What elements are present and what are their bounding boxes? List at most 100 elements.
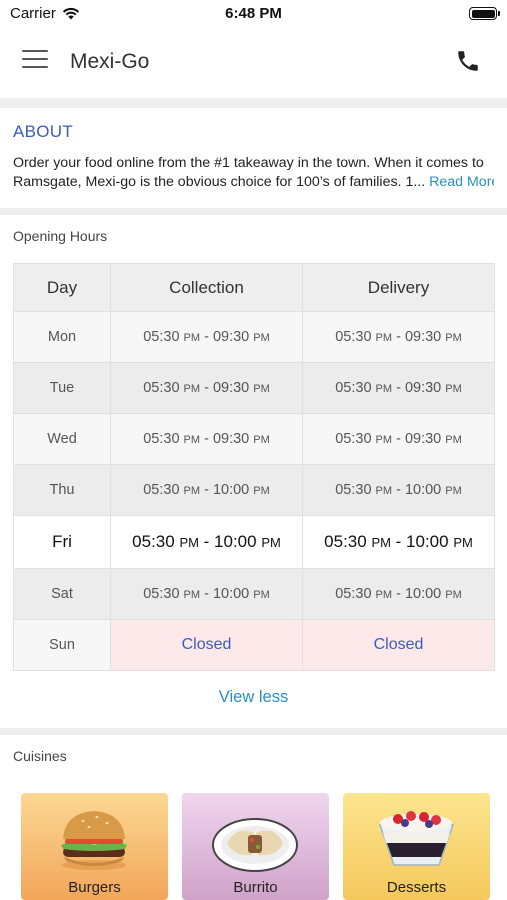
- cuisines-title: Cuisines: [13, 748, 67, 764]
- table-row: Wed 05:30 PM - 09:30 PM 05:30 PM - 09:30…: [13, 413, 495, 465]
- delivery-hours-cell: 05:30 PM - 10:00 PM: [302, 515, 495, 569]
- ampm-from: PM: [375, 485, 393, 497]
- cuisine-card-desserts[interactable]: Desserts: [343, 793, 490, 900]
- about-description: Order your food online from the #1 takea…: [13, 154, 494, 192]
- table-row: Sat 05:30 PM - 10:00 PM 05:30 PM - 10:00…: [13, 568, 495, 620]
- cuisine-label: Burrito: [233, 879, 278, 896]
- ampm-to: PM: [253, 434, 270, 446]
- day-cell: Fri: [13, 515, 111, 569]
- column-header-day: Day: [13, 263, 111, 312]
- cuisine-card-burgers[interactable]: Burgers: [21, 793, 168, 900]
- read-more-link[interactable]: Read More: [429, 174, 494, 190]
- table-row: Sun Closed Closed: [13, 619, 495, 671]
- cuisine-card-burrito[interactable]: Burrito: [182, 793, 329, 900]
- time-to: 10:00: [214, 532, 257, 551]
- app-header: Mexi-Go: [0, 28, 507, 98]
- time-from: 05:30: [335, 329, 372, 345]
- about-line-1: Order your food online from the #1 takea…: [13, 155, 484, 171]
- ampm-to: PM: [261, 535, 281, 550]
- collection-hours-cell: 05:30 PM - 09:30 PM: [110, 413, 303, 465]
- time-to: 09:30: [404, 380, 442, 396]
- time-to: 10:00: [212, 482, 250, 498]
- about-line-2-text: Ramsgate, Mexi-go is the obvious choice …: [13, 174, 426, 190]
- time-to: 10:00: [404, 586, 442, 602]
- table-row: Thu 05:30 PM - 10:00 PM 05:30 PM - 10:00…: [13, 464, 495, 516]
- ampm-to: PM: [445, 383, 462, 395]
- time-from: 05:30: [335, 380, 372, 396]
- app-title: Mexi-Go: [70, 50, 150, 73]
- ampm-to: PM: [253, 383, 270, 395]
- time-to: 09:30: [212, 329, 250, 345]
- section-divider: [0, 728, 507, 735]
- table-row: Mon 05:30 PM - 09:30 PM 05:30 PM - 09:30…: [13, 311, 495, 363]
- delivery-closed-cell: Closed: [302, 619, 495, 671]
- view-less-link[interactable]: View less: [0, 688, 507, 707]
- opening-hours-title: Opening Hours: [13, 228, 108, 244]
- time-from: 05:30: [143, 329, 180, 345]
- time-to: 10:00: [406, 532, 449, 551]
- about-line-2: Ramsgate, Mexi-go is the obvious choice …: [13, 173, 494, 192]
- delivery-hours-cell: 05:30 PM - 10:00 PM: [302, 464, 495, 516]
- battery-icon: [469, 7, 500, 20]
- section-divider: [0, 98, 507, 108]
- time-to: 09:30: [404, 431, 442, 447]
- collection-hours-cell: 05:30 PM - 10:00 PM: [110, 515, 303, 569]
- collection-hours-cell: 05:30 PM - 10:00 PM: [110, 464, 303, 516]
- status-bar: Carrier 6:48 PM: [0, 0, 507, 28]
- time-from: 05:30: [143, 380, 180, 396]
- column-header-delivery: Delivery: [302, 263, 495, 312]
- time-from: 05:30: [335, 482, 372, 498]
- time-to: 09:30: [212, 431, 250, 447]
- delivery-hours-cell: 05:30 PM - 09:30 PM: [302, 413, 495, 465]
- collection-hours-cell: 05:30 PM - 09:30 PM: [110, 311, 303, 363]
- time-from: 05:30: [143, 586, 180, 602]
- about-title: ABOUT: [13, 122, 74, 141]
- table-header-row: Day Collection Delivery: [13, 263, 495, 312]
- ampm-from: PM: [371, 535, 391, 550]
- hamburger-menu-icon[interactable]: [22, 50, 48, 72]
- ampm-to: PM: [453, 535, 473, 550]
- ampm-to: PM: [253, 332, 270, 344]
- burger-icon: [61, 811, 127, 870]
- delivery-hours-cell: 05:30 PM - 09:30 PM: [302, 311, 495, 363]
- ampm-to: PM: [445, 332, 462, 344]
- day-cell: Sat: [13, 568, 111, 620]
- time-to: 10:00: [404, 482, 442, 498]
- time-from: 05:30: [132, 532, 175, 551]
- ampm-from: PM: [183, 332, 201, 344]
- ampm-to: PM: [445, 434, 462, 446]
- time-from: 05:30: [143, 482, 180, 498]
- time-from: 05:30: [324, 532, 367, 551]
- about-section: ABOUT Order your food online from the #1…: [0, 108, 507, 208]
- delivery-hours-cell: 05:30 PM - 10:00 PM: [302, 568, 495, 620]
- day-cell: Wed: [13, 413, 111, 465]
- dessert-icon: [378, 811, 455, 866]
- table-row-today: Fri 05:30 PM - 10:00 PM 05:30 PM - 10:00…: [13, 515, 495, 569]
- time-from: 05:30: [143, 431, 180, 447]
- burrito-icon: [212, 818, 298, 872]
- ampm-to: PM: [253, 589, 270, 601]
- ampm-from: PM: [375, 383, 393, 395]
- phone-call-icon[interactable]: [455, 48, 481, 74]
- collection-hours-cell: 05:30 PM - 09:30 PM: [110, 362, 303, 414]
- collection-hours-cell: 05:30 PM - 10:00 PM: [110, 568, 303, 620]
- cuisine-label: Desserts: [386, 879, 447, 896]
- ampm-to: PM: [253, 485, 270, 497]
- day-cell: Sun: [13, 619, 111, 671]
- ampm-to: PM: [445, 589, 462, 601]
- ampm-from: PM: [375, 332, 393, 344]
- status-time: 6:48 PM: [225, 5, 282, 22]
- collection-closed-cell: Closed: [110, 619, 303, 671]
- day-cell: Mon: [13, 311, 111, 363]
- time-from: 05:30: [335, 586, 372, 602]
- day-cell: Thu: [13, 464, 111, 516]
- ampm-from: PM: [183, 589, 201, 601]
- ampm-from: PM: [375, 589, 393, 601]
- time-to: 09:30: [212, 380, 250, 396]
- ampm-from: PM: [183, 434, 201, 446]
- time-from: 05:30: [335, 431, 372, 447]
- ampm-to: PM: [445, 485, 462, 497]
- time-to: 09:30: [404, 329, 442, 345]
- time-to: 10:00: [212, 586, 250, 602]
- table-row: Tue 05:30 PM - 09:30 PM 05:30 PM - 09:30…: [13, 362, 495, 414]
